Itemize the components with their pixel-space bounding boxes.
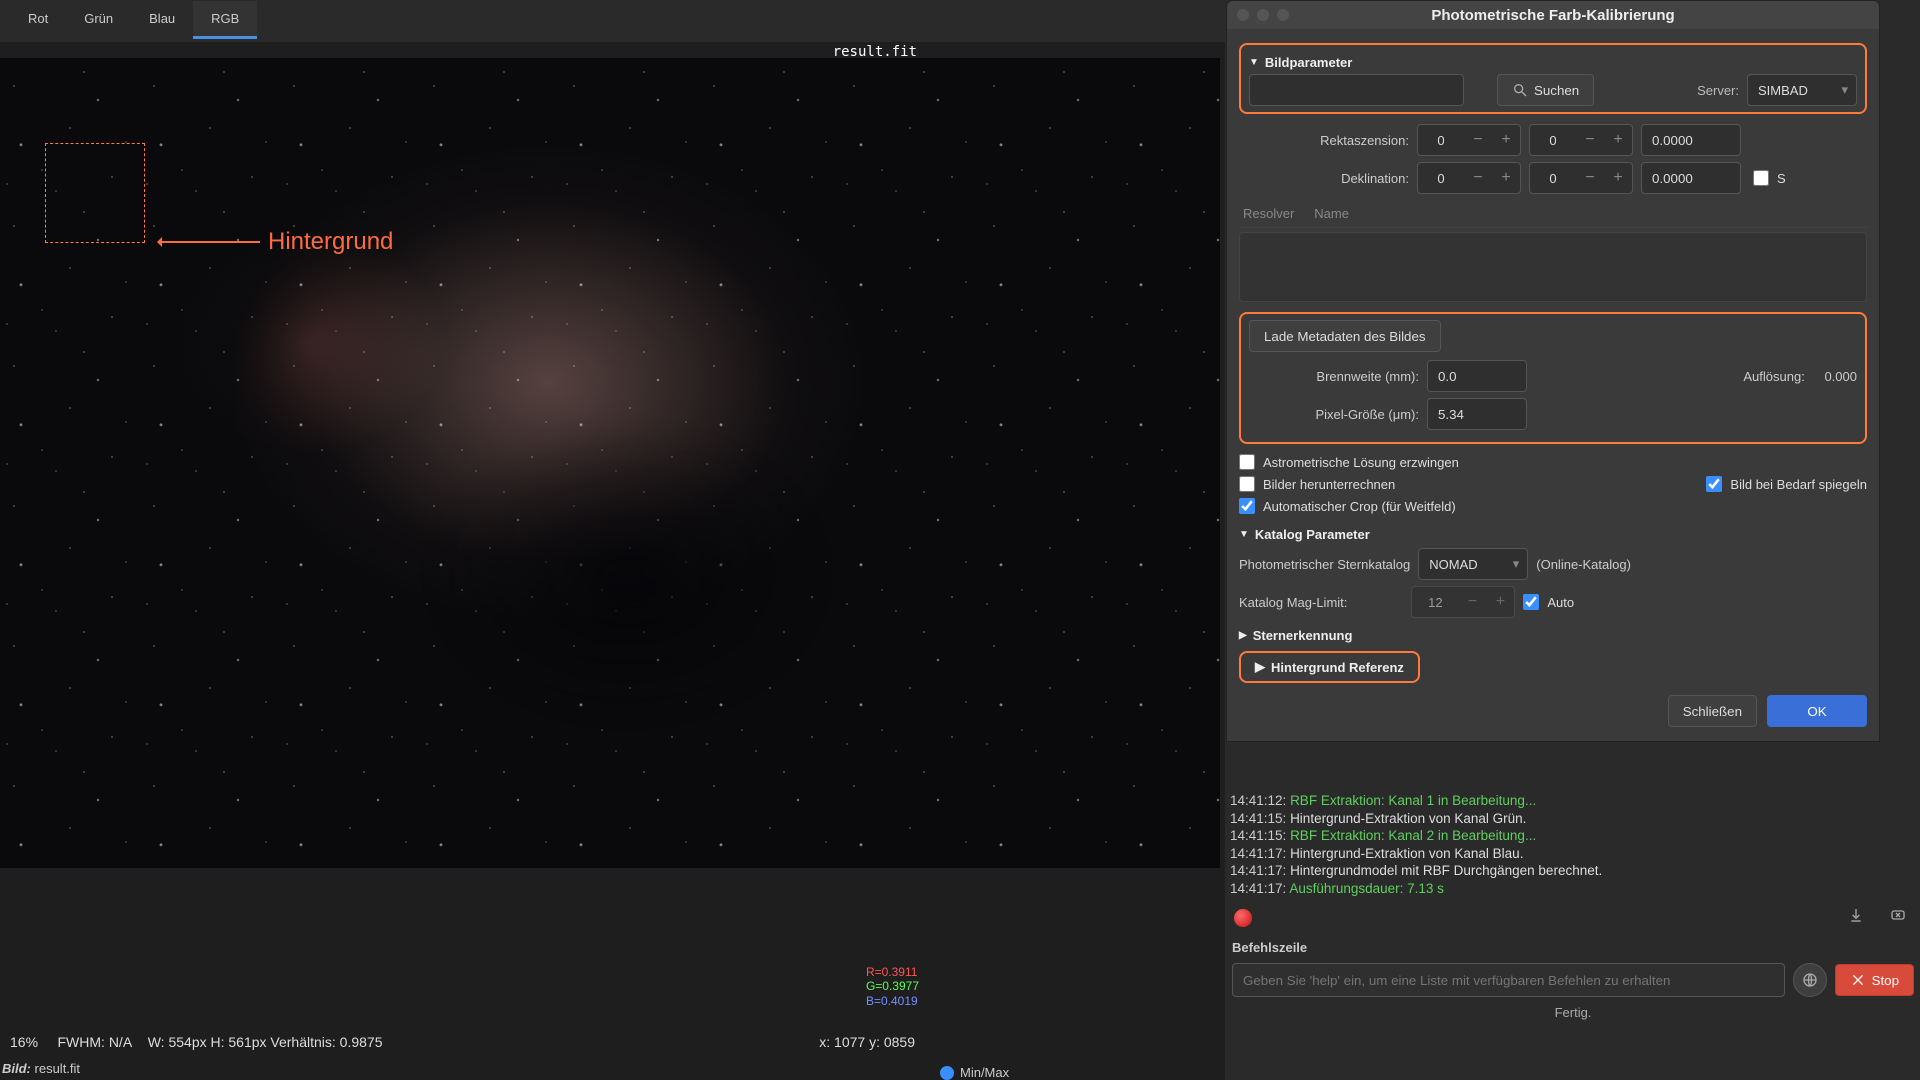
force-astrometry-label: Astrometrische Lösung erzwingen: [1263, 455, 1459, 470]
tab-green[interactable]: Grün: [66, 1, 131, 39]
downsample-checkbox[interactable]: [1239, 476, 1255, 492]
stop-button[interactable]: Stop: [1835, 964, 1914, 996]
section-image-params-label: Bildparameter: [1265, 55, 1352, 70]
autocrop-label: Automatischer Crop (für Weitfeld): [1263, 499, 1456, 514]
resolution-value: 0.000: [1824, 369, 1857, 384]
catalog-hint: (Online-Katalog): [1536, 557, 1631, 572]
globe-icon[interactable]: [1793, 963, 1827, 997]
pixel-input[interactable]: [1427, 398, 1527, 430]
rgb-stats: R=0.3911 G=0.3977 B=0.4019: [866, 965, 919, 1008]
resolver-list-header: Resolver Name: [1239, 200, 1867, 228]
section-star-detection-label: Sternerkennung: [1253, 628, 1353, 643]
annotation-arrow: Hintergrund: [160, 228, 393, 256]
ra-deg-input[interactable]: [1641, 124, 1741, 156]
chevron-down-icon: ▼: [1249, 57, 1259, 68]
maglimit-auto-checkbox[interactable]: [1523, 594, 1539, 610]
ra-label: Rektaszension:: [1239, 133, 1409, 148]
minmax-toggle[interactable]: Min/Max: [940, 1065, 1009, 1080]
section-catalog-params-label: Katalog Parameter: [1255, 527, 1370, 542]
radio-icon: [940, 1066, 954, 1080]
resolution-label: Auflösung:: [1743, 369, 1804, 384]
maglimit-label: Katalog Mag-Limit:: [1239, 595, 1347, 610]
dec-deg-spin[interactable]: −+: [1417, 162, 1521, 194]
server-label: Server:: [1697, 83, 1739, 98]
focal-label: Brennweite (mm):: [1249, 369, 1419, 384]
chevron-down-icon: ▼: [1239, 529, 1249, 540]
selection-box[interactable]: [45, 143, 145, 243]
force-astrometry-checkbox[interactable]: [1239, 454, 1255, 470]
close-button[interactable]: Schließen: [1668, 695, 1757, 727]
stat-b: B=0.4019: [866, 994, 919, 1008]
image-canvas[interactable]: Hintergrund: [0, 58, 1220, 868]
command-input[interactable]: [1232, 963, 1785, 997]
dec-deg-input[interactable]: [1641, 162, 1741, 194]
annotation-label: Hintergrund: [268, 228, 393, 256]
catalog-label: Photometrischer Sternkatalog: [1239, 557, 1410, 572]
ok-button[interactable]: OK: [1767, 695, 1867, 727]
image-viewport[interactable]: result.fit Hintergrund R=0.3911 G=0.3977…: [0, 42, 1225, 1080]
stat-r: R=0.3911: [866, 965, 919, 979]
log-output[interactable]: 14:41:12: RBF Extraktion: Kanal 1 in Bea…: [1226, 790, 1920, 899]
cursor-coords: x: 1077 y: 0859: [819, 1034, 915, 1056]
autocrop-checkbox[interactable]: [1239, 498, 1255, 514]
tab-rgb[interactable]: RGB: [193, 1, 257, 39]
dec-label: Deklination:: [1239, 171, 1409, 186]
load-metadata-button[interactable]: Lade Metadaten des Bildes: [1249, 320, 1441, 352]
file-label: Bild: result.fit: [2, 1061, 80, 1076]
section-bg-reference[interactable]: ▶ Hintergrund Referenz: [1255, 659, 1404, 675]
dec-south-label: S: [1777, 171, 1786, 186]
server-select[interactable]: SIMBAD: [1747, 74, 1857, 106]
resolver-list[interactable]: [1239, 232, 1867, 302]
record-indicator-icon[interactable]: [1234, 909, 1252, 927]
commandline-label: Befehlszeile: [1226, 936, 1920, 959]
section-catalog-params[interactable]: ▼ Katalog Parameter: [1239, 527, 1867, 542]
fwhm-value: N/A: [109, 1034, 132, 1050]
dec-min-spin[interactable]: −+: [1529, 162, 1633, 194]
status-bar: 16% FWHM: N/A W: 554px H: 561px Verhältn…: [0, 1034, 1225, 1056]
fwhm-label: FWHM:: [57, 1034, 104, 1050]
log-panel: 14:41:12: RBF Extraktion: Kanal 1 in Bea…: [1226, 790, 1920, 1024]
col-resolver: Resolver: [1243, 206, 1294, 221]
maglimit-spin: −+: [1411, 586, 1515, 618]
tab-red[interactable]: Rot: [10, 1, 66, 39]
dialog-title: Photometrische Farb-Kalibrierung: [1431, 7, 1674, 24]
downsample-label: Bilder herunterrechnen: [1263, 477, 1395, 492]
section-bg-reference-label: Hintergrund Referenz: [1271, 660, 1404, 675]
dec-south-checkbox[interactable]: [1753, 170, 1769, 186]
search-button[interactable]: Suchen: [1497, 74, 1594, 106]
tab-blue[interactable]: Blau: [131, 1, 193, 39]
ra-hours-spin[interactable]: −+: [1417, 124, 1521, 156]
section-image-params[interactable]: ▼ Bildparameter: [1249, 55, 1857, 70]
pcc-dialog: Photometrische Farb-Kalibrierung ▼ Bildp…: [1226, 0, 1880, 742]
ready-status: Fertig.: [1226, 1001, 1920, 1024]
pixel-label: Pixel-Größe (μm):: [1249, 407, 1419, 422]
maglimit-auto-label: Auto: [1547, 595, 1574, 610]
object-search-input[interactable]: [1249, 74, 1464, 106]
channel-tabs: Rot Grün Blau RGB: [0, 0, 267, 40]
flip-checkbox[interactable]: [1706, 476, 1722, 492]
catalog-select[interactable]: NOMAD: [1418, 548, 1528, 580]
window-controls[interactable]: [1237, 9, 1289, 21]
flip-label: Bild bei Bedarf spiegeln: [1730, 477, 1867, 492]
clear-log-icon[interactable]: [1884, 905, 1912, 930]
export-log-icon[interactable]: [1842, 905, 1870, 930]
section-star-detection[interactable]: ▶ Sternerkennung: [1239, 628, 1867, 643]
dialog-titlebar[interactable]: Photometrische Farb-Kalibrierung: [1227, 1, 1879, 29]
minmax-label: Min/Max: [960, 1065, 1009, 1080]
col-name: Name: [1314, 206, 1349, 221]
chevron-right-icon: ▶: [1239, 630, 1247, 641]
stat-g: G=0.3977: [866, 979, 919, 993]
ra-min-spin[interactable]: −+: [1529, 124, 1633, 156]
focal-input[interactable]: [1427, 360, 1527, 392]
dimensions: W: 554px H: 561px Verhältnis: 0.9875: [148, 1034, 383, 1050]
zoom-level: 16%: [10, 1034, 38, 1050]
